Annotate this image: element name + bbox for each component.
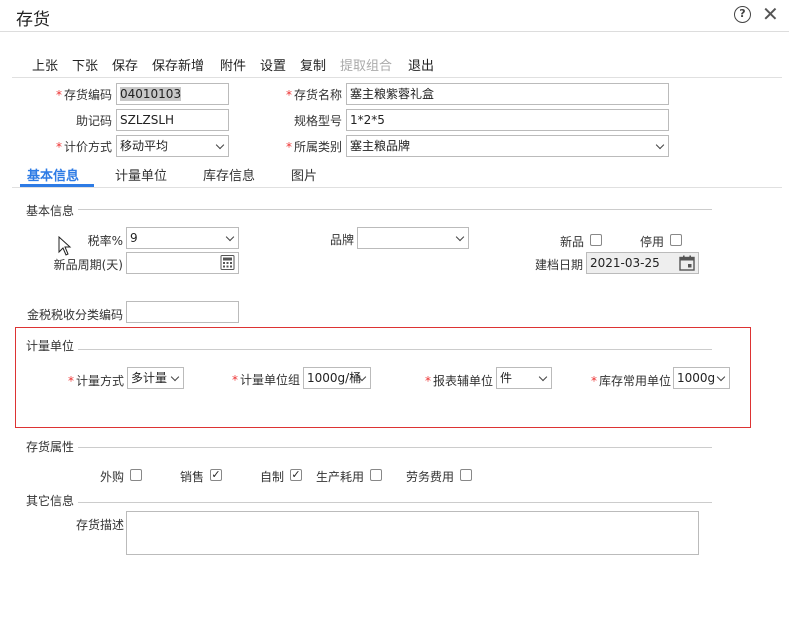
category-label: * 所属类别 (285, 140, 342, 154)
brand-label: 品牌 (329, 233, 354, 247)
chevron-down-icon (170, 372, 180, 382)
pricing-label: * 计价方式 (55, 140, 112, 154)
window-title: 存货 (16, 10, 50, 30)
exit-button[interactable]: 退出 (408, 55, 434, 74)
new-period-label: 新品周期(天) (53, 258, 123, 272)
stock-unit-label: * 库存常用单位 (590, 374, 671, 388)
tax-code-label: 金税税收分类编码 (26, 308, 123, 322)
attachment-button[interactable]: 附件 (220, 55, 246, 74)
stock-unit-select[interactable]: 1000g (673, 367, 730, 389)
chevron-down-icon (716, 372, 726, 382)
description-textarea[interactable] (126, 511, 699, 555)
tax-code-field[interactable] (126, 301, 239, 323)
title-divider (0, 31, 789, 32)
tab-images[interactable]: 图片 (291, 165, 317, 184)
self-made-checkbox[interactable]: ✓ (290, 469, 302, 481)
chevron-down-icon (215, 140, 225, 150)
description-label: 存货描述 (75, 518, 124, 532)
save-button[interactable]: 保存 (112, 55, 138, 74)
unit-section-title: 计量单位 (26, 337, 75, 354)
prev-button[interactable]: 上张 (32, 55, 58, 74)
toolbar-divider (12, 77, 782, 78)
close-icon[interactable]: ✕ (762, 2, 779, 26)
copy-button[interactable]: 复制 (300, 55, 326, 74)
tab-units[interactable]: 计量单位 (115, 165, 167, 184)
tax-select[interactable]: 9 (126, 227, 239, 249)
labor-cost-label: 劳务费用 (406, 470, 455, 484)
unit-method-select[interactable]: 多计量 (127, 367, 184, 389)
code-field[interactable]: 04010103 (116, 83, 229, 105)
purchase-label: 外购 (100, 470, 125, 484)
created-date-label: 建档日期 (534, 258, 583, 272)
tab-active-indicator (20, 184, 94, 187)
sales-label: 销售 (180, 470, 205, 484)
production-use-checkbox[interactable] (370, 469, 382, 481)
extract-combo-button: 提取组合 (340, 59, 393, 74)
attributes-section-title: 存货属性 (26, 438, 75, 455)
other-section-title: 其它信息 (26, 492, 75, 509)
purchase-checkbox[interactable] (130, 469, 142, 481)
code-label: * 存货编码 (55, 88, 112, 102)
self-made-label: 自制 (260, 470, 285, 484)
basic-section-title: 基本信息 (26, 202, 75, 219)
production-use-label: 生产耗用 (316, 470, 365, 484)
labor-cost-checkbox[interactable] (460, 469, 472, 481)
chevron-down-icon (225, 232, 235, 242)
save-new-button[interactable]: 保存新增 (152, 55, 204, 74)
new-product-label: 新品 (559, 235, 584, 249)
calendar-icon[interactable] (679, 255, 695, 271)
next-button[interactable]: 下张 (72, 55, 98, 74)
calculator-icon[interactable] (220, 255, 235, 270)
tax-label: 税率% (87, 234, 123, 248)
spec-field[interactable]: 1*2*5 (346, 109, 669, 131)
disabled-label: 停用 (639, 235, 664, 249)
unit-group-label: * 计量单位组 (231, 373, 300, 387)
name-field[interactable]: 塞主粮紫蓉礼盒 (346, 83, 669, 105)
tab-basic-info[interactable]: 基本信息 (27, 165, 79, 184)
chevron-down-icon (655, 140, 665, 150)
sales-checkbox[interactable]: ✓ (210, 469, 222, 481)
report-unit-select[interactable]: 件 (496, 367, 552, 389)
mnemonic-field[interactable]: SZLZSLH (116, 109, 229, 131)
tab-divider (12, 187, 782, 188)
report-unit-label: * 报表辅单位 (424, 374, 493, 388)
unit-group-select[interactable]: 1000g/桶 (303, 367, 371, 389)
category-select[interactable]: 塞主粮品牌 (346, 135, 669, 157)
help-icon[interactable]: ? (734, 6, 751, 23)
brand-select[interactable] (357, 227, 469, 249)
settings-button[interactable]: 设置 (260, 55, 286, 74)
spec-label: 规格型号 (293, 114, 342, 128)
new-period-field[interactable] (126, 252, 239, 274)
disabled-checkbox[interactable] (670, 234, 682, 246)
new-product-checkbox[interactable] (590, 234, 602, 246)
name-label: * 存货名称 (285, 88, 342, 102)
mnemonic-label: 助记码 (75, 114, 112, 128)
chevron-down-icon (538, 372, 548, 382)
chevron-down-icon (455, 232, 465, 242)
unit-method-label: * 计量方式 (67, 374, 124, 388)
tab-stock-info[interactable]: 库存信息 (203, 165, 255, 184)
pricing-select[interactable]: 移动平均 (116, 135, 229, 157)
created-date-field[interactable]: 2021-03-25 (586, 252, 699, 274)
